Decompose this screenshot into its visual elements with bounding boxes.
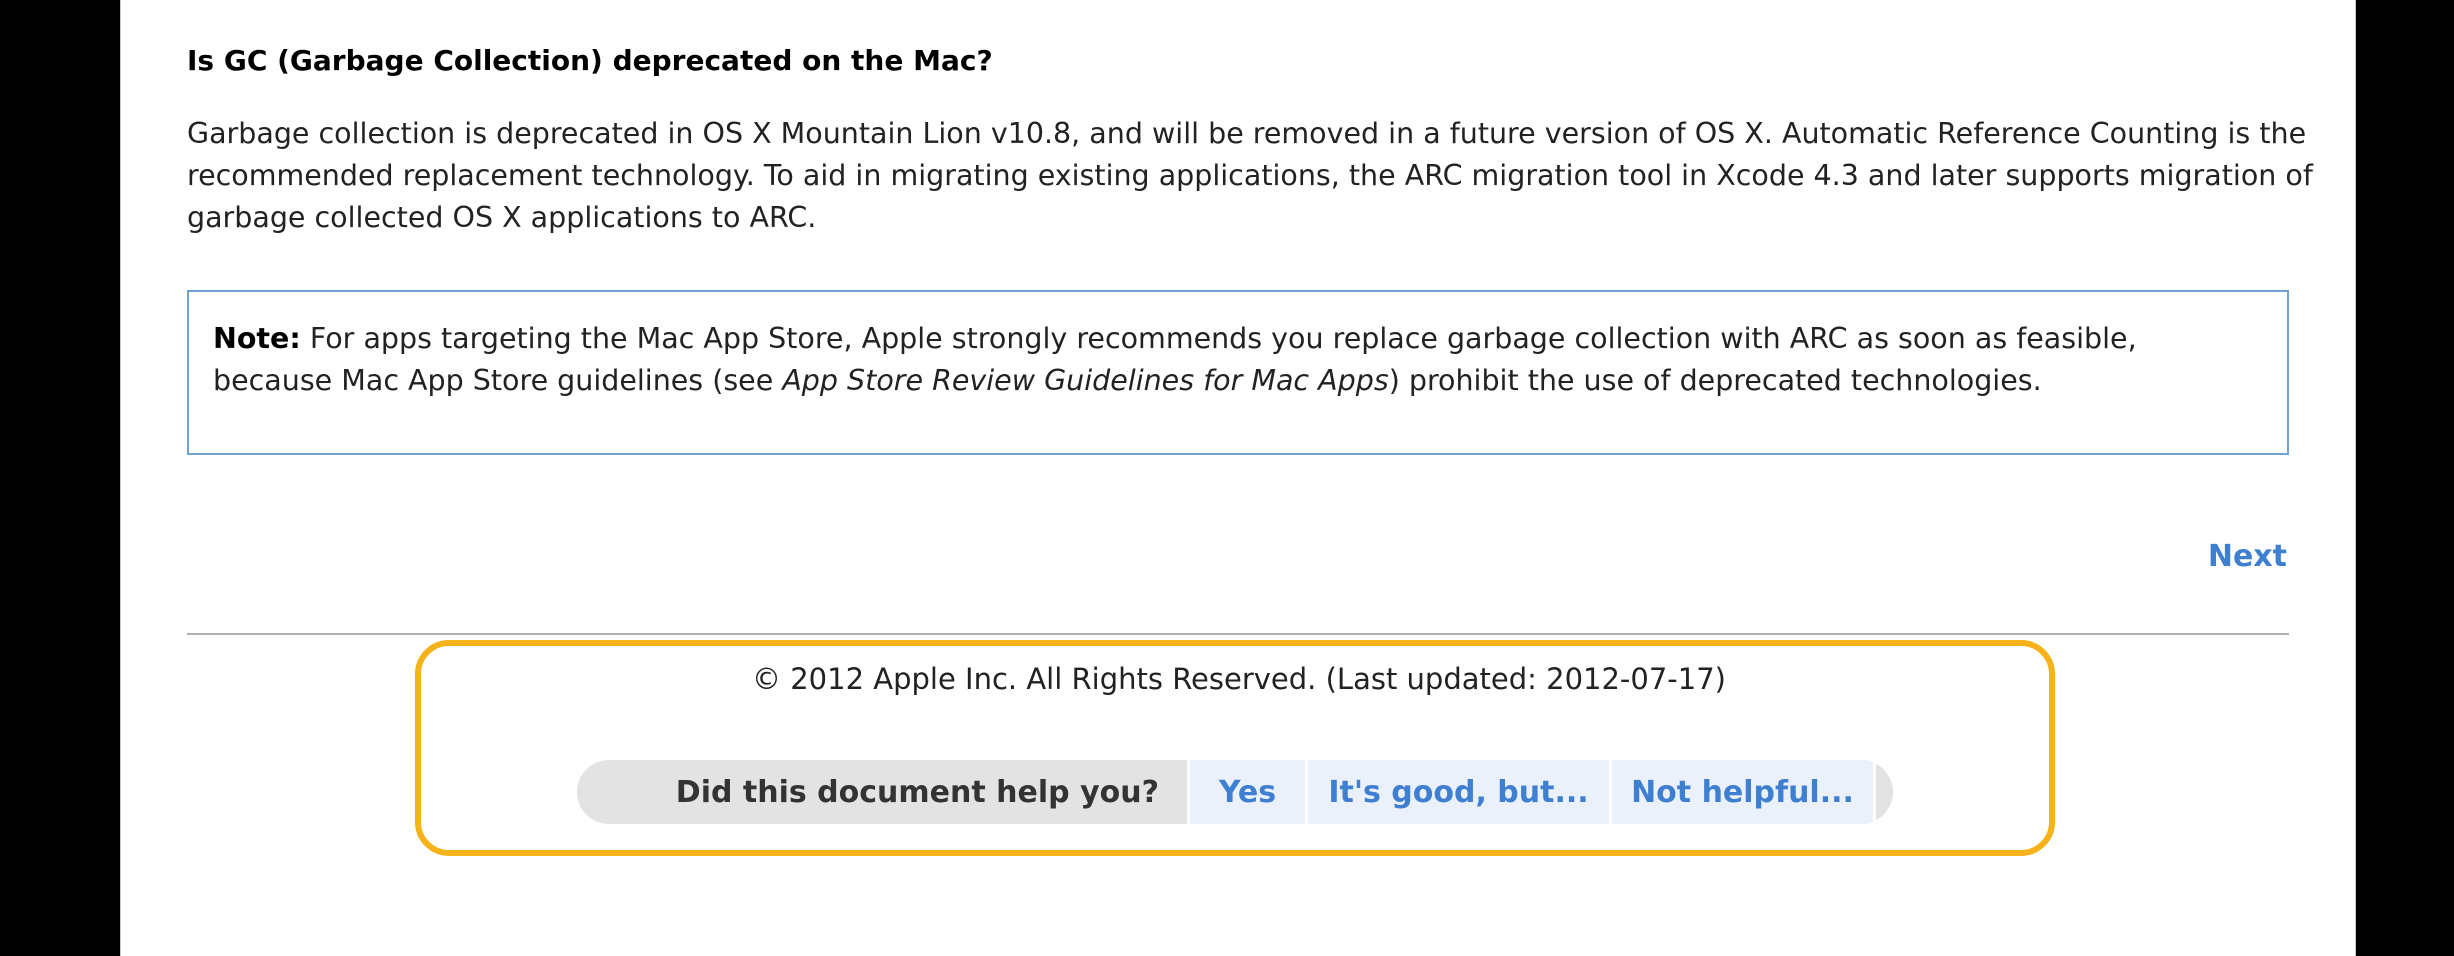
feedback-yes-button[interactable]: Yes bbox=[1187, 760, 1305, 824]
feedback-bar: Did this document help you? Yes It's goo… bbox=[577, 760, 1893, 824]
note-label: Note: bbox=[213, 322, 301, 355]
feedback-not-helpful-button[interactable]: Not helpful... bbox=[1609, 760, 1873, 824]
note-text-after: ) prohibit the use of deprecated technol… bbox=[1388, 364, 2042, 397]
footer-divider bbox=[187, 633, 2289, 635]
feedback-good-but-button[interactable]: It's good, but... bbox=[1305, 760, 1609, 824]
copyright-text: © 2012 Apple Inc. All Rights Reserved. (… bbox=[752, 662, 1726, 696]
document-page: Is GC (Garbage Collection) deprecated on… bbox=[120, 0, 2356, 956]
next-link[interactable]: Next bbox=[2208, 539, 2287, 574]
faq-question: Is GC (Garbage Collection) deprecated on… bbox=[187, 44, 993, 77]
feedback-question: Did this document help you? bbox=[675, 774, 1159, 810]
faq-answer: Garbage collection is deprecated in OS X… bbox=[187, 117, 2313, 234]
note-box: Note: For apps targeting the Mac App Sto… bbox=[187, 290, 2289, 455]
review-guidelines-reference: App Store Review Guidelines for Mac Apps bbox=[782, 364, 1389, 397]
